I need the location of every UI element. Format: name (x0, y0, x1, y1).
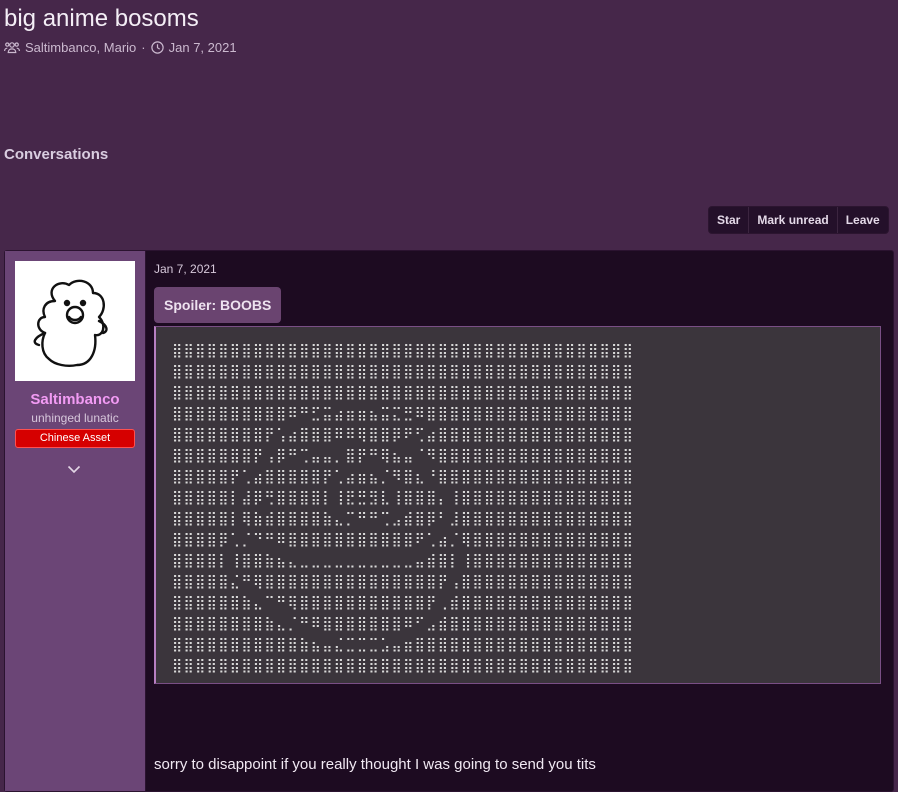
participants-text[interactable]: Saltimbanco, Mario (25, 40, 136, 55)
clock-icon (150, 41, 164, 54)
message: Saltimbanco unhinged lunatic Chinese Ass… (4, 250, 894, 792)
ascii-art: ⣿⣿⣿⣿⣿⣿⣿⣿⣿⣿⣿⣿⣿⣿⣿⣿⣿⣿⣿⣿⣿⣿⣿⣿⣿⣿⣿⣿⣿⣿⣿⣿⣿⣿⣿⣿⣿⣿⣿⣿… (172, 343, 635, 674)
mark-unread-button[interactable]: Mark unread (749, 207, 838, 233)
spoiler-button[interactable]: Spoiler: BOOBS (154, 287, 282, 323)
user-banner: Chinese Asset (15, 429, 135, 448)
message-text: sorry to disappoint if you really though… (154, 756, 596, 773)
avatar[interactable] (15, 261, 135, 381)
chevron-down-icon[interactable] (67, 461, 81, 479)
conversation-date[interactable]: Jan 7, 2021 (169, 40, 237, 55)
user-title: unhinged lunatic (31, 411, 119, 425)
conversation-meta: Saltimbanco, Mario · Jan 7, 2021 (4, 40, 237, 55)
message-user-sidebar: Saltimbanco unhinged lunatic Chinese Ass… (5, 251, 146, 791)
meta-separator: · (141, 40, 146, 55)
users-icon (4, 41, 20, 54)
conversation-title: big anime bosoms (4, 5, 199, 32)
section-title: Conversations (4, 146, 109, 163)
conversation-actions: Star Mark unread Leave (708, 206, 889, 234)
username[interactable]: Saltimbanco (5, 391, 145, 408)
leave-button[interactable]: Leave (838, 207, 888, 233)
star-button[interactable]: Star (709, 207, 750, 233)
spoiler-content: ⣿⣿⣿⣿⣿⣿⣿⣿⣿⣿⣿⣿⣿⣿⣿⣿⣿⣿⣿⣿⣿⣿⣿⣿⣿⣿⣿⣿⣿⣿⣿⣿⣿⣿⣿⣿⣿⣿⣿⣿… (154, 326, 881, 684)
message-date[interactable]: Jan 7, 2021 (154, 262, 217, 276)
